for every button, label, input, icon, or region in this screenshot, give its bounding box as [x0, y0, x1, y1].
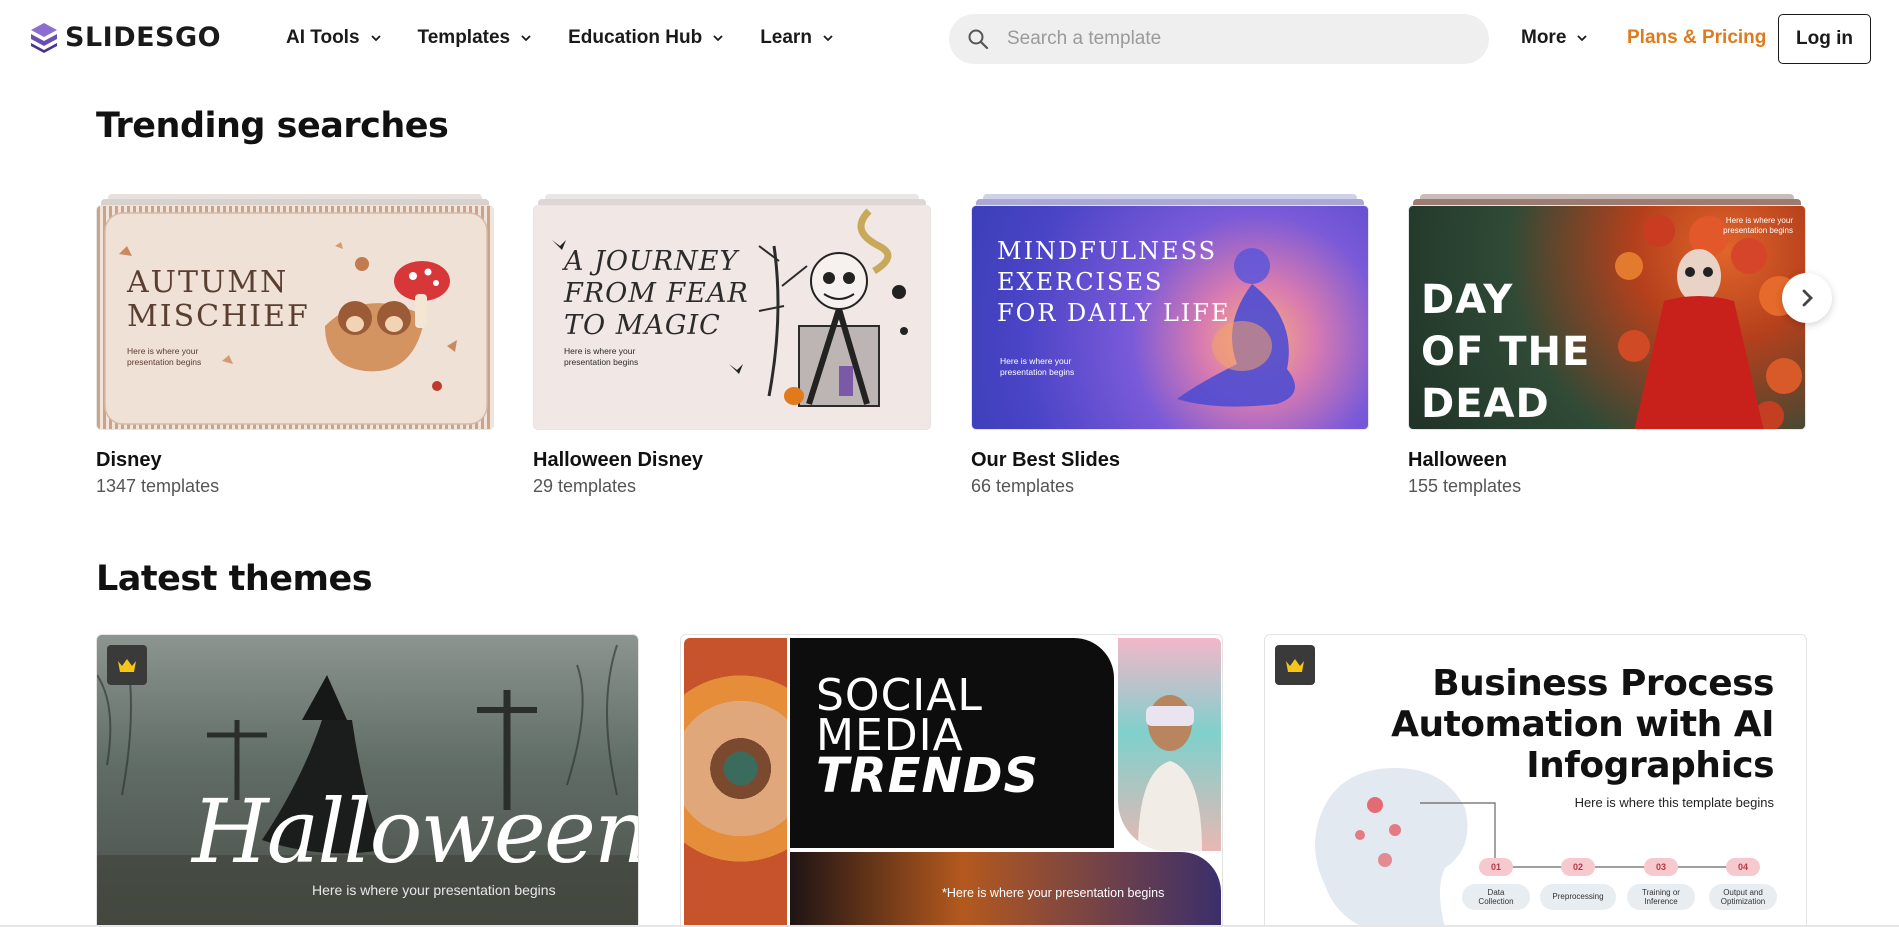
slidesgo-logo[interactable]: SLIDESGO	[29, 22, 221, 53]
logo-icon	[31, 23, 57, 53]
chevron-down-icon	[713, 35, 723, 42]
theme-card-social-media-trends[interactable]: SOCIAL MEDIA TRENDS *Here is where your …	[680, 634, 1223, 927]
trending-count: 66 templates	[971, 476, 1075, 496]
latest-themes-title: Latest themes	[96, 559, 373, 599]
theme-title-line: TRENDS	[816, 748, 1040, 804]
thumb-title: MINDFULNESS EXERCISES FOR DAILY LIFE	[997, 236, 1231, 329]
thumb-subtitle-line: Here is where your	[1000, 356, 1072, 366]
thumb-subtitle: Here is where your presentation begins	[1723, 216, 1793, 236]
search-icon	[968, 29, 989, 50]
title-panel: SOCIAL MEDIA TRENDS	[790, 638, 1114, 848]
chevron-down-icon	[521, 35, 531, 42]
card-thumbnail: AUTUMN MISCHIEF Here is where your prese…	[96, 205, 494, 430]
nav-label: Templates	[417, 27, 511, 48]
thumb-title-line: FROM FEAR	[564, 278, 749, 309]
card-thumbnail: MINDFULNESS EXERCISES FOR DAILY LIFE Her…	[971, 205, 1369, 430]
card-thumbnail: A JOURNEY FROM FEAR TO MAGIC Here is whe…	[533, 205, 931, 430]
trending-title: Trending searches	[96, 106, 449, 146]
thumb-subtitle: Here is where your presentation begins	[127, 346, 201, 368]
step-label-line: Data	[1487, 888, 1505, 897]
theme-subtitle: Here is where your presentation begins	[312, 882, 556, 898]
step-label-line: Output and	[1723, 888, 1763, 897]
crown-icon	[118, 659, 136, 672]
thumb-subtitle-line: Here is where your	[564, 346, 636, 356]
nav-label: Education Hub	[568, 27, 703, 48]
premium-badge	[107, 645, 147, 685]
thumb-title: AUTUMN MISCHIEF	[127, 266, 310, 334]
trending-name: Our Best Slides	[971, 449, 1120, 471]
step-label-line: Optimization	[1720, 897, 1766, 906]
nav-label: Learn	[760, 27, 812, 48]
trending-name: Halloween Disney	[533, 449, 704, 471]
step-number: 01	[1479, 858, 1513, 876]
subtitle-panel: *Here is where your presentation begins	[790, 852, 1221, 926]
step-label: Output and Optimization	[1709, 884, 1777, 910]
thumb-subtitle-line: Here is where your	[127, 346, 199, 356]
step-number: 02	[1561, 858, 1595, 876]
theme-card-halloween[interactable]: Halloween Here is where your presentatio…	[96, 634, 639, 927]
thumb-title-line: EXERCISES	[997, 268, 1164, 296]
thumb-subtitle: Here is where your presentation begins	[564, 346, 638, 368]
thumb-title: DAY OF THE DEAD	[1421, 274, 1591, 429]
nav-label: AI Tools	[286, 27, 360, 48]
plans-pricing-link[interactable]: Plans & Pricing	[1627, 27, 1766, 49]
thumb-subtitle: Here is where your presentation begins	[1000, 356, 1074, 378]
card-thumbnail: DAY OF THE DEAD Here is where your prese…	[1408, 205, 1806, 430]
trending-count: 29 templates	[533, 476, 637, 496]
step-label: Training or Inference	[1627, 884, 1695, 910]
carousel-next-button[interactable]	[1782, 273, 1832, 323]
thumb-subtitle-line: presentation begins	[127, 357, 202, 367]
step-label-line: Training or	[1642, 888, 1680, 897]
thumb-subtitle-line: presentation begins	[564, 357, 639, 367]
step-number: 04	[1726, 858, 1760, 876]
search-input[interactable]	[1007, 28, 1447, 50]
thumb-subtitle-line: presentation begins	[1723, 226, 1793, 235]
theme-subtitle: *Here is where your presentation begins	[942, 886, 1165, 900]
thumb-title-line: A JOURNEY	[564, 246, 739, 277]
chevron-right-icon	[1802, 289, 1813, 307]
chevron-down-icon	[823, 35, 833, 42]
thumb-subtitle-line: presentation begins	[1000, 367, 1075, 377]
trending-name: Halloween	[1408, 449, 1507, 471]
vr-person-photo	[1118, 638, 1221, 851]
thumb-title-line: FOR DAILY LIFE	[997, 299, 1231, 327]
step-label-line: Collection	[1478, 897, 1514, 906]
chevron-down-icon	[370, 35, 381, 42]
trending-count: 1347 templates	[96, 476, 220, 496]
thumb-title-line: AUTUMN	[127, 265, 289, 300]
nav-ai-tools[interactable]: AI Tools	[286, 27, 382, 49]
more-menu[interactable]: More	[1521, 27, 1588, 49]
thumb-title-line: MISCHIEF	[127, 299, 310, 334]
step-label: Data Collection	[1462, 884, 1530, 910]
eye-photo	[684, 638, 787, 926]
more-label: More	[1521, 27, 1567, 48]
thumb-title: A JOURNEY FROM FEAR TO MAGIC	[564, 246, 749, 342]
theme-title: SOCIAL MEDIA TRENDS	[816, 674, 1040, 804]
nav-learn[interactable]: Learn	[760, 27, 834, 49]
trending-name: Disney	[96, 449, 162, 471]
trending-count: 155 templates	[1408, 476, 1522, 496]
thumb-title-line: MINDFULNESS	[997, 237, 1218, 265]
thumb-title-line: TO MAGIC	[564, 310, 721, 341]
thumb-title-line: OF THE	[1421, 329, 1591, 375]
thumb-title-line: DEAD	[1421, 381, 1550, 427]
vr-headset-illustration	[1138, 695, 1202, 851]
thumb-title-line: DAY	[1421, 277, 1514, 323]
nav-templates[interactable]: Templates	[418, 27, 533, 49]
theme-title: Halloween	[192, 780, 639, 883]
main-nav: AI Tools Templates Education Hub Learn	[286, 27, 834, 49]
site-header: SLIDESGO AI Tools Templates Education Hu…	[0, 0, 1899, 78]
chevron-down-icon	[1577, 35, 1588, 42]
search-bar[interactable]	[949, 14, 1489, 64]
theme-card-business-process-automation[interactable]: Business Process Automation with AI Info…	[1264, 634, 1807, 927]
step-label: Preprocessing	[1540, 884, 1616, 910]
login-button[interactable]: Log in	[1778, 14, 1871, 64]
logo-text: SLIDESGO	[65, 22, 222, 53]
nav-education-hub[interactable]: Education Hub	[568, 27, 724, 49]
step-number: 03	[1644, 858, 1678, 876]
thumb-subtitle-line: Here is where your	[1725, 216, 1793, 225]
step-label-line: Inference	[1644, 897, 1678, 906]
